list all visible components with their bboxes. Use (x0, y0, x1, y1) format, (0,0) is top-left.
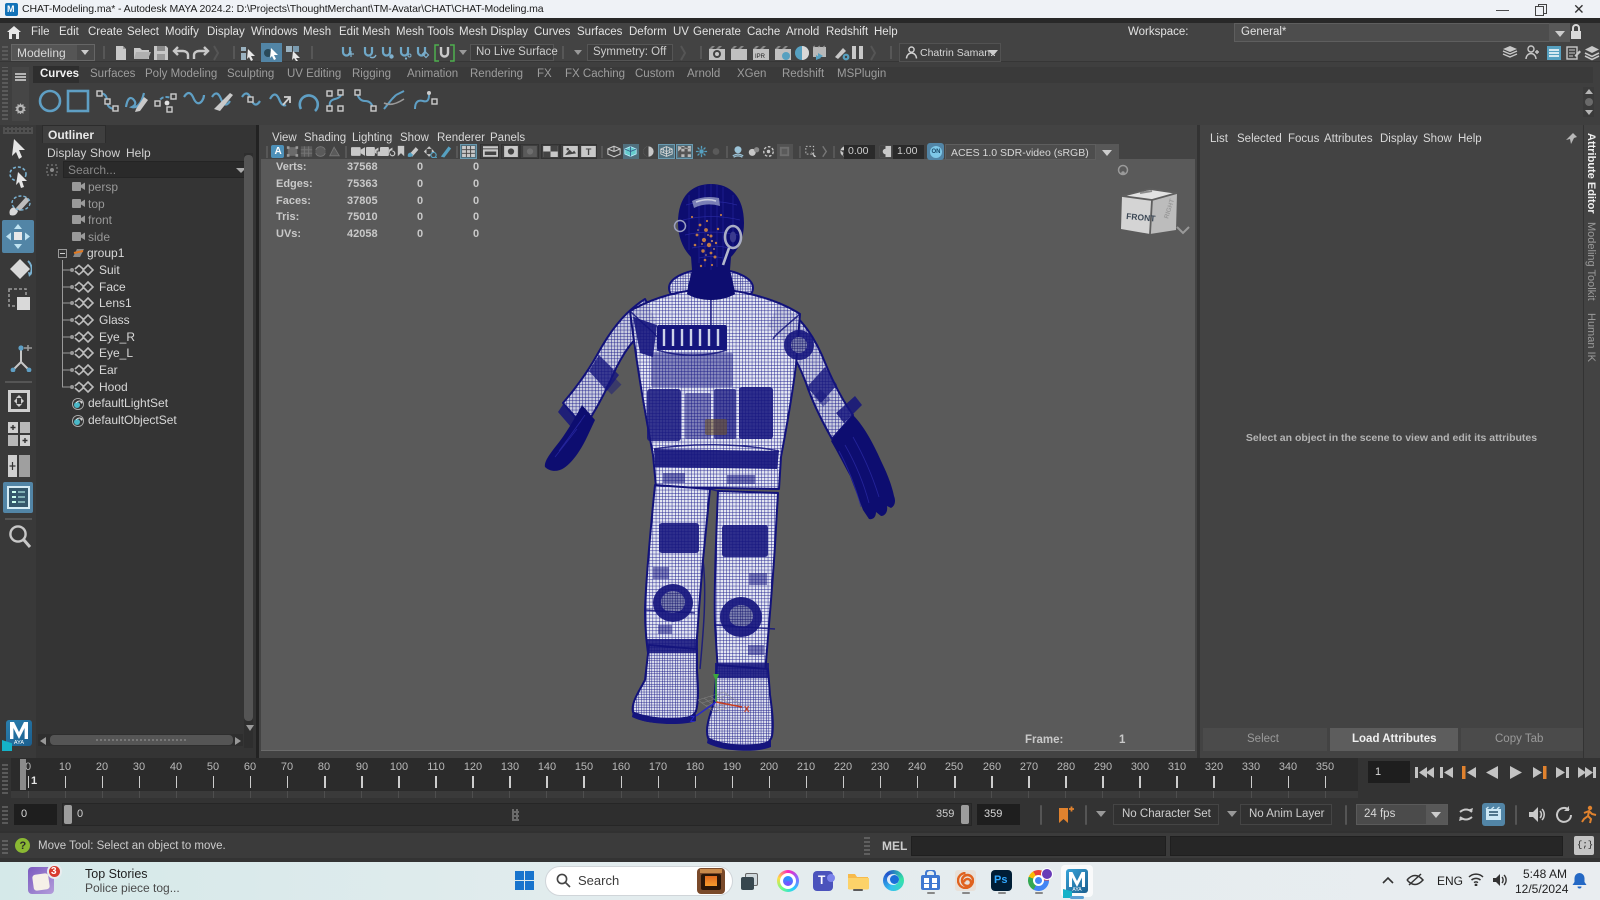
svg-text:AYA: AYA (1072, 887, 1082, 893)
svg-text:Z: Z (690, 715, 695, 724)
svg-text:IPR: IPR (755, 54, 766, 60)
svg-text:X: X (744, 705, 750, 714)
svg-text:AYA: AYA (14, 740, 25, 746)
